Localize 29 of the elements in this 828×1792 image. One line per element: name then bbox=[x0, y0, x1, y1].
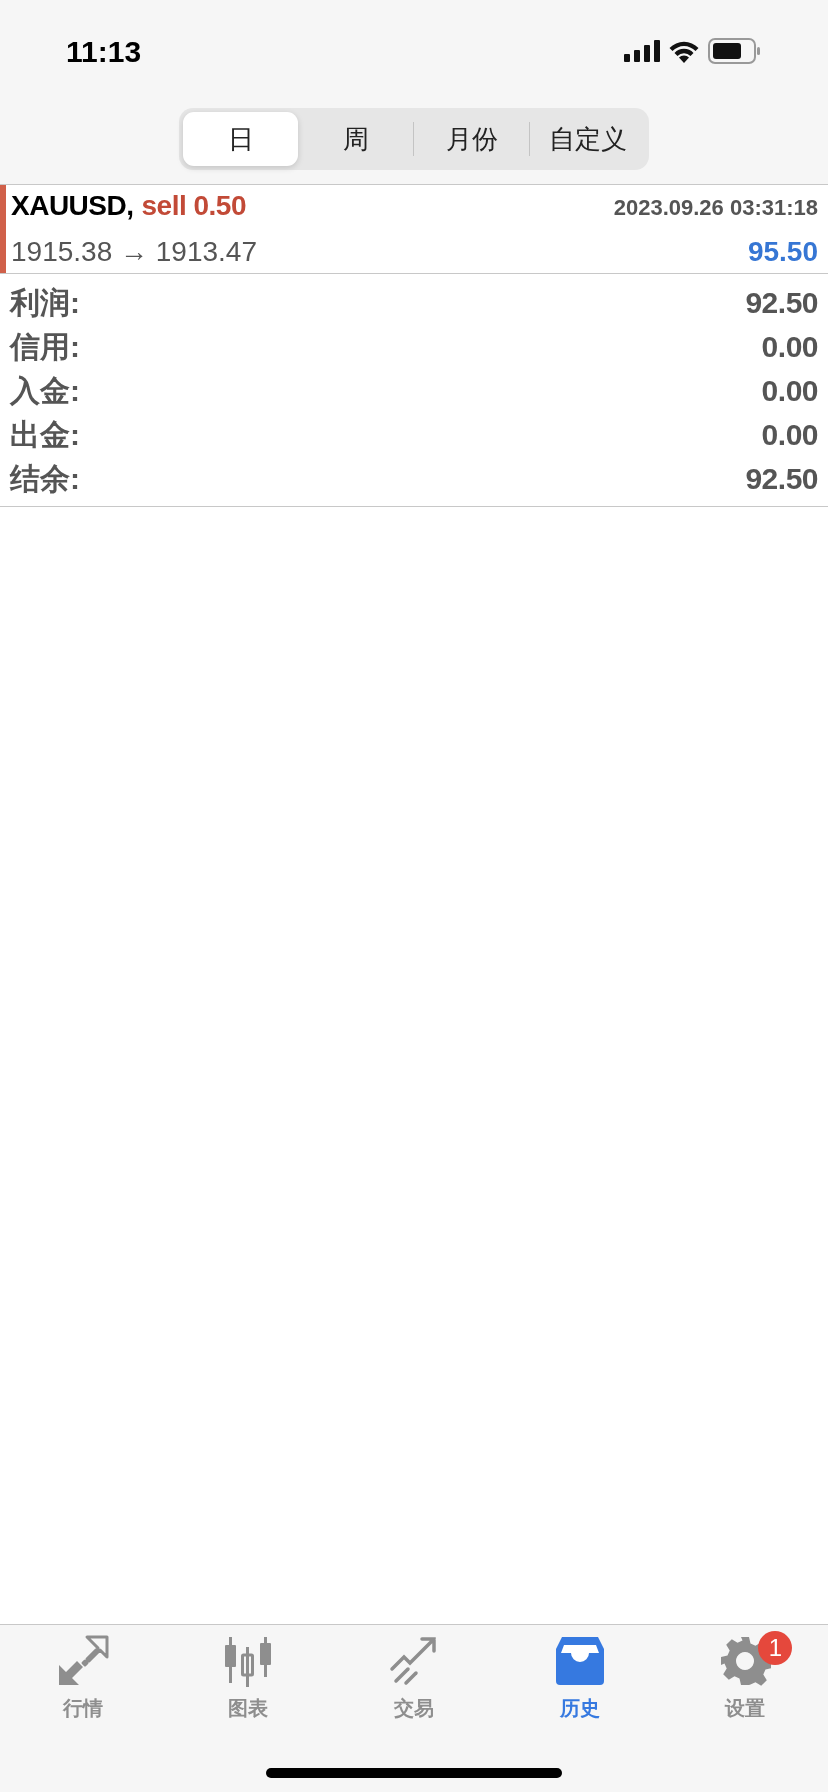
summary-label: 出金: bbox=[10, 416, 80, 453]
inbox-tray-icon bbox=[553, 1635, 606, 1687]
period-tab[interactable]: 月份 bbox=[414, 112, 529, 166]
trade-prices: 1915.38 → 1913.47 bbox=[11, 235, 257, 269]
summary-value: 0.00 bbox=[761, 328, 818, 365]
summary-label: 利润: bbox=[10, 284, 80, 321]
tab-bar-item[interactable]: 历史 bbox=[496, 1635, 663, 1723]
notification-badge: 1 bbox=[758, 1631, 793, 1665]
summary-value: 0.00 bbox=[761, 372, 818, 409]
trade-time: 2023.09.26 03:31:18 bbox=[613, 194, 818, 222]
trade-profit: 95.50 bbox=[747, 235, 818, 269]
summary-label: 入金: bbox=[10, 372, 80, 409]
signal-icon bbox=[624, 40, 660, 62]
period-tab[interactable]: 日 bbox=[183, 112, 298, 166]
summary-label: 信用: bbox=[10, 328, 80, 365]
battery-icon bbox=[708, 38, 762, 64]
trade-side: sell 0.50 bbox=[141, 189, 246, 223]
trade-symbol: XAUUSD, bbox=[11, 189, 134, 223]
gear-icon bbox=[719, 1635, 772, 1687]
status-time: 11:13 bbox=[66, 33, 142, 70]
wifi-icon bbox=[668, 39, 700, 63]
double-arrow-icon bbox=[56, 1635, 109, 1687]
summary-value: 0.00 bbox=[761, 416, 818, 453]
summary-value: 92.50 bbox=[745, 284, 818, 321]
summary-value: 92.50 bbox=[745, 460, 818, 497]
summary-label: 结余: bbox=[10, 460, 80, 497]
trade-row[interactable]: XAUUSD, sell 0.50 2023.09.26 03:31:18 1915.38 → 1913.47 95.50 bbox=[0, 185, 828, 274]
period-tab[interactable]: 自定义 bbox=[530, 112, 645, 166]
period-tab[interactable]: 周 bbox=[298, 112, 413, 166]
